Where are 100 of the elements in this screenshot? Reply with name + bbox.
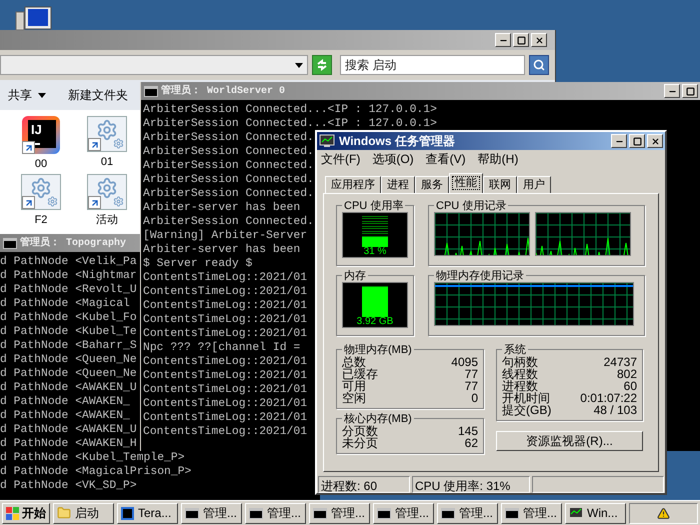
address-field[interactable]	[0, 55, 308, 75]
stat-value: 60	[624, 380, 637, 392]
file-name: F2	[34, 214, 48, 226]
minimize-button[interactable]	[495, 33, 511, 47]
console-line: d PathNode <MagicalPrison_P>	[0, 465, 192, 479]
console-line: d PathNode <Baharr_S	[0, 339, 137, 353]
menu-item[interactable]: 查看(V)	[426, 150, 466, 168]
tab[interactable]: 应用程序	[325, 176, 381, 193]
taskbar-item[interactable]: 管理...	[181, 502, 242, 524]
dropdown-caret-icon	[38, 92, 46, 98]
close-button[interactable]	[647, 134, 663, 148]
console-icon	[249, 508, 263, 518]
window-title: 管理员： Topography	[20, 236, 126, 250]
console-line: d PathNode <AWAKEN_U	[0, 381, 137, 395]
file-name: 活动	[96, 214, 118, 226]
meter-reading: 3.92 GB	[356, 316, 394, 327]
console-line: Arbiter-server has been	[143, 243, 300, 257]
console-line: ContentsTimeLog::2021/01	[143, 425, 308, 439]
stat-value: 0:01:07:22	[580, 392, 637, 404]
search-field[interactable]: 搜索 启动	[340, 55, 526, 75]
toolbar-button[interactable]: 新建文件夹	[68, 86, 128, 104]
taskbar-item[interactable]: Tera...	[117, 502, 178, 524]
console-icon	[313, 508, 327, 518]
refresh-button[interactable]	[312, 55, 332, 75]
tab[interactable]: 进程	[381, 176, 415, 193]
stat-value: 24737	[604, 356, 637, 368]
console-icon	[505, 508, 519, 518]
taskbar-item[interactable]: 管理...	[437, 502, 498, 524]
stat-label: 句柄数	[502, 356, 538, 368]
stat-value: 802	[616, 368, 637, 380]
minimize-button[interactable]	[611, 134, 627, 148]
console-line: ContentsTimeLog::2021/01	[143, 369, 308, 383]
menu-item[interactable]: 选项(O)	[372, 150, 414, 168]
console-line: d PathNode <Magical	[0, 297, 130, 311]
window-title: 管理员： WorldServer 0	[161, 84, 286, 98]
console-line: d PathNode <Queen_Ne	[0, 367, 137, 381]
minimize-button[interactable]	[664, 84, 680, 98]
status-text: CPU 使用率: 31%	[412, 476, 530, 493]
group-title: 系统	[503, 344, 527, 356]
monitor-icon	[569, 507, 583, 519]
stat-label: 未分页	[342, 436, 378, 449]
console-line: ArbiterSession Connected.	[143, 159, 314, 173]
taskbar-item[interactable]: 管理...	[245, 502, 306, 524]
stat-label: 空闲	[342, 392, 366, 404]
console-line: ContentsTimeLog::2021/01	[143, 383, 308, 397]
stat-label: 总数	[342, 356, 366, 368]
close-icon	[534, 36, 544, 44]
file-item[interactable]: 01	[87, 116, 127, 168]
file-item[interactable]: 活动	[87, 174, 127, 226]
stat-value: 4095	[451, 356, 478, 368]
console-line: d PathNode <AWAKEN_H	[0, 437, 137, 451]
menu-item[interactable]: 文件(F)	[321, 150, 360, 168]
group-title: 核心内存(MB)	[343, 412, 413, 425]
console-line: ArbiterSession Connected.	[143, 187, 314, 201]
menu-item[interactable]: 帮助(H)	[478, 150, 518, 168]
taskbar-item[interactable]: Win...	[565, 502, 626, 524]
start-button[interactable]: 开始	[2, 502, 50, 524]
stat-label: 可用	[342, 380, 366, 392]
console-icon	[377, 508, 391, 518]
tab[interactable]: 用户	[517, 176, 551, 193]
console-line: ArbiterSession Connected.	[143, 173, 314, 187]
maximize-button[interactable]	[513, 33, 529, 47]
maximize-button[interactable]	[682, 84, 698, 98]
taskbar-item[interactable]: 管理...	[309, 502, 370, 524]
console-line: ArbiterSession Connected...<IP : 127.0.0.1>	[143, 117, 437, 131]
close-button[interactable]	[531, 33, 547, 47]
warning-icon	[657, 506, 670, 520]
console-icon	[185, 508, 199, 518]
dropdown-caret-icon	[295, 62, 304, 68]
file-item[interactable]: IJ 00	[22, 116, 60, 170]
stat-label: 提交(GB)	[502, 404, 552, 416]
search-button[interactable]	[529, 55, 549, 75]
toolbar-button[interactable]: 共享	[8, 86, 46, 104]
group-title: 物理内存(MB)	[343, 344, 413, 356]
taskbar-item[interactable]: 管理...	[373, 502, 434, 524]
stat-value: 77	[464, 380, 478, 392]
tab[interactable]: 联网	[483, 176, 517, 193]
taskbar-item[interactable]: 启动	[53, 502, 114, 524]
console-line: ContentsTimeLog::2021/01	[143, 411, 308, 425]
stat-value: 0	[471, 392, 478, 404]
console-line: d PathNode <AWAKEN_	[0, 395, 130, 409]
computer-icon[interactable]	[15, 6, 53, 32]
stat-value: 48 / 103	[594, 404, 637, 416]
taskbar-item[interactable]: 管理...	[501, 502, 562, 524]
console-line: ContentsTimeLog::2021/01	[143, 299, 308, 313]
file-item[interactable]: F2	[21, 174, 61, 226]
stat-value: 62	[464, 436, 478, 449]
maximize-button[interactable]	[629, 134, 645, 148]
console-line: [Warning] Arbiter-Server	[143, 229, 308, 243]
console-line: ArbiterSession Connected...<IP : 127.0.0.1>	[143, 103, 437, 117]
tab[interactable]: 服务	[415, 176, 449, 193]
group-title: 物理内存使用记录	[435, 270, 525, 282]
resource-monitor-button[interactable]: 资源监视器(R)...	[496, 430, 643, 451]
stat-value: 77	[464, 368, 478, 380]
search-icon	[533, 59, 546, 71]
tab[interactable]: 性能	[449, 172, 483, 193]
console-line: d PathNode <Kubel_Te	[0, 325, 137, 339]
maximize-icon	[516, 36, 526, 44]
console-line: ContentsTimeLog::2021/01	[143, 285, 308, 299]
gear-shortcut-icon	[87, 116, 127, 152]
